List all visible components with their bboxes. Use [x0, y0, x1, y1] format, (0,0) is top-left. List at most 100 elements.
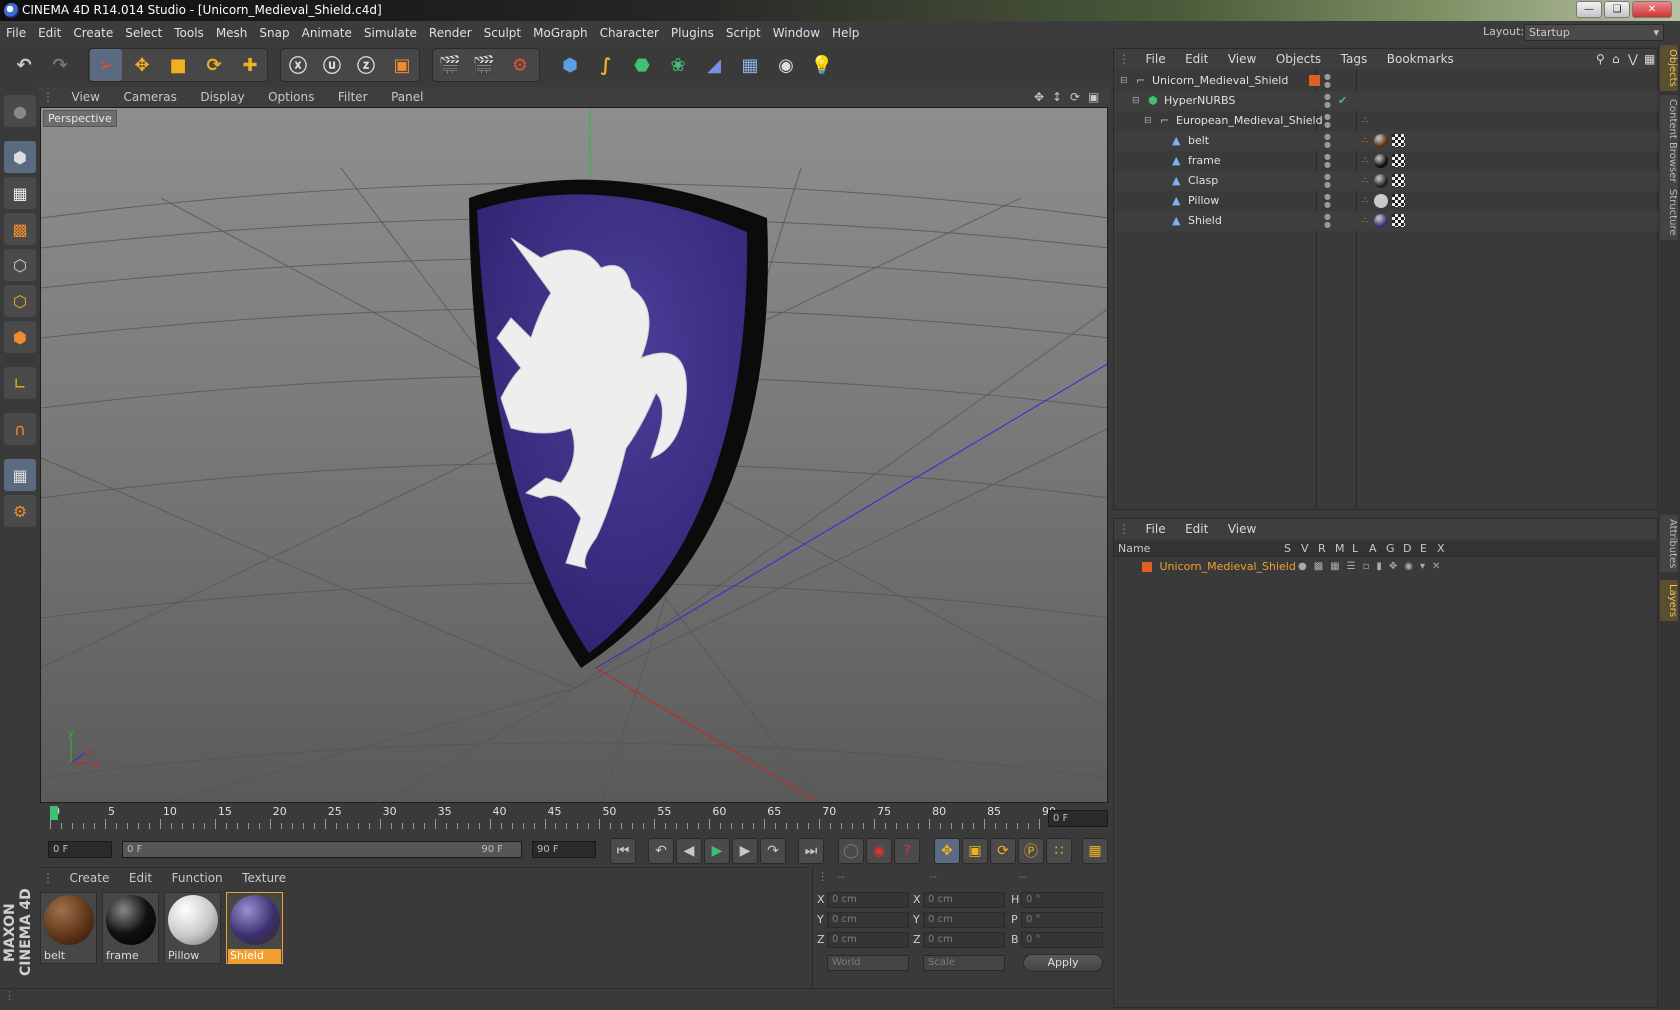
edges-mode-icon[interactable]: ⬡: [4, 285, 36, 317]
material-tag-icon[interactable]: [1374, 194, 1388, 208]
make-editable-icon[interactable]: ●: [4, 95, 36, 127]
cube-icon[interactable]: ⬢: [554, 49, 586, 81]
layer-column-g[interactable]: G: [1386, 542, 1395, 555]
start-frame-field[interactable]: 0 F: [48, 841, 112, 858]
menu-tools[interactable]: Tools: [168, 21, 210, 45]
size-z-field[interactable]: 0 cm: [923, 932, 1005, 948]
material-menu-texture[interactable]: Texture: [234, 868, 294, 888]
visibility-dots-icon[interactable]: ● ●: [1324, 193, 1331, 209]
phong-tag-icon[interactable]: ∴: [1362, 151, 1368, 171]
object-menu-bookmarks[interactable]: Bookmarks: [1379, 49, 1462, 69]
floor-icon[interactable]: ▦: [734, 49, 766, 81]
end-frame-field[interactable]: 90 F: [532, 841, 596, 858]
texture-mode-icon[interactable]: ▦: [4, 177, 36, 209]
size-y-field[interactable]: 0 cm: [923, 912, 1005, 928]
layer-column-m[interactable]: M: [1335, 542, 1345, 555]
zoom-view-icon[interactable]: ↕: [1050, 87, 1064, 107]
tab-objects[interactable]: Objects: [1660, 45, 1678, 91]
key-pla-icon[interactable]: ∷: [1046, 838, 1072, 864]
material-menu-function[interactable]: Function: [164, 868, 231, 888]
x-axis-icon[interactable]: ⓧ: [282, 49, 314, 81]
size-mode-dropdown[interactable]: Scale: [923, 955, 1005, 971]
phong-tag-icon[interactable]: ∴: [1362, 171, 1368, 191]
object-row[interactable]: ▲ Clasp ● ● ∴: [1114, 171, 1659, 191]
y-axis-icon[interactable]: ⓤ: [316, 49, 348, 81]
3d-viewport[interactable]: y x z Perspective: [40, 107, 1108, 803]
menu-snap[interactable]: Snap: [253, 21, 295, 45]
object-menu-file[interactable]: File: [1138, 49, 1174, 69]
scale-icon[interactable]: ■: [162, 49, 194, 81]
uvw-tag-icon[interactable]: [1392, 134, 1405, 147]
model-mode-icon[interactable]: ⬢: [4, 141, 36, 173]
camera-icon[interactable]: ◉: [770, 49, 802, 81]
material-frame[interactable]: frame: [102, 892, 159, 964]
object-row[interactable]: ▲ Shield ● ● ∴: [1114, 211, 1659, 231]
layer-flag-icons[interactable]: ●▩▦☰▫▮✥◉▾✕: [1298, 558, 1447, 576]
layer-column-d[interactable]: D: [1403, 542, 1411, 555]
visibility-dots-icon[interactable]: ● ●: [1324, 153, 1331, 169]
visibility-dots-icon[interactable]: ● ●: [1324, 113, 1331, 129]
current-frame-field[interactable]: 0 F: [1048, 810, 1108, 827]
layer-menu-file[interactable]: File: [1138, 519, 1174, 539]
pos-y-field[interactable]: 0 cm: [827, 912, 909, 928]
object-row[interactable]: ⊟ ⌐ European_Medieval_Shield ● ● ∴: [1114, 111, 1659, 131]
timeline-window-icon[interactable]: ▦: [1082, 838, 1108, 864]
frame-range-slider[interactable]: 0 F 90 F: [122, 841, 522, 858]
material-tag-icon[interactable]: [1374, 214, 1388, 228]
playhead[interactable]: [50, 806, 58, 820]
menu-animate[interactable]: Animate: [296, 21, 358, 45]
go-to-end-icon[interactable]: ⏭: [798, 838, 824, 864]
menu-file[interactable]: File: [0, 21, 32, 45]
array-icon[interactable]: ❀: [662, 49, 694, 81]
key-parameter-icon[interactable]: Ⓟ: [1018, 838, 1044, 864]
toggle-view-icon[interactable]: ▣: [1086, 87, 1101, 107]
object-row[interactable]: ▲ belt ● ● ∴: [1114, 131, 1659, 151]
light-icon[interactable]: 💡: [806, 49, 838, 81]
timeline-ruler[interactable]: 051015202530354045505560657075808590 0 F: [38, 803, 1110, 835]
visibility-dots-icon[interactable]: ● ●: [1324, 93, 1331, 109]
pos-x-field[interactable]: 0 cm: [827, 892, 909, 908]
visibility-dots-icon[interactable]: ● ●: [1324, 173, 1331, 189]
maximize-button[interactable]: ❏: [1604, 1, 1630, 18]
viewport-menu-filter[interactable]: Filter: [328, 87, 378, 107]
spline-icon[interactable]: ∫: [590, 49, 622, 81]
rot-h-field[interactable]: 0 °: [1021, 892, 1103, 908]
redo-icon[interactable]: ↷: [44, 49, 76, 81]
key-position-icon[interactable]: ✥: [934, 838, 960, 864]
record-keys-icon[interactable]: ◯: [838, 838, 864, 864]
undo-icon[interactable]: ↶: [8, 49, 40, 81]
uvw-tag-icon[interactable]: [1392, 194, 1405, 207]
layer-color-icon[interactable]: [1309, 75, 1320, 86]
material-pillow[interactable]: Pillow: [164, 892, 221, 964]
tab-layers[interactable]: Layers: [1660, 580, 1678, 622]
viewport-menu-display[interactable]: Display: [190, 87, 254, 107]
object-menu-view[interactable]: View: [1220, 49, 1264, 69]
material-tag-icon[interactable]: [1374, 174, 1388, 188]
menu-character[interactable]: Character: [594, 21, 665, 45]
go-to-start-icon[interactable]: ⏮: [610, 838, 636, 864]
layer-column-a[interactable]: A: [1369, 542, 1377, 555]
menu-create[interactable]: Create: [67, 21, 119, 45]
phong-tag-icon[interactable]: ∴: [1362, 111, 1368, 131]
render-view-icon[interactable]: 🎬: [434, 49, 466, 81]
key-scale-icon[interactable]: ▣: [962, 838, 988, 864]
object-row[interactable]: ▲ frame ● ● ∴: [1114, 151, 1659, 171]
material-shield[interactable]: Shield: [226, 892, 283, 964]
expand-toggle-icon[interactable]: ⊟: [1132, 91, 1140, 111]
layer-column-r[interactable]: R: [1318, 542, 1326, 555]
keyframe-selection-icon[interactable]: ?: [894, 838, 920, 864]
move-icon[interactable]: ✥: [126, 49, 158, 81]
layer-column-e[interactable]: E: [1420, 542, 1427, 555]
polygons-mode-icon[interactable]: ⬢: [4, 321, 36, 353]
material-tag-icon[interactable]: [1374, 134, 1388, 148]
phong-tag-icon[interactable]: ∴: [1362, 131, 1368, 151]
workplane-lock-icon[interactable]: ▦: [4, 459, 36, 491]
phong-tag-icon[interactable]: ∴: [1362, 191, 1368, 211]
viewport-menu-panel[interactable]: Panel: [381, 87, 433, 107]
layer-column-name[interactable]: Name: [1118, 542, 1150, 555]
previous-key-icon[interactable]: ↶: [648, 838, 674, 864]
auto-key-icon[interactable]: ◉: [866, 838, 892, 864]
solo-icon[interactable]: ⚙: [4, 495, 36, 527]
uvw-tag-icon[interactable]: [1392, 174, 1405, 187]
next-key-icon[interactable]: ↷: [760, 838, 786, 864]
